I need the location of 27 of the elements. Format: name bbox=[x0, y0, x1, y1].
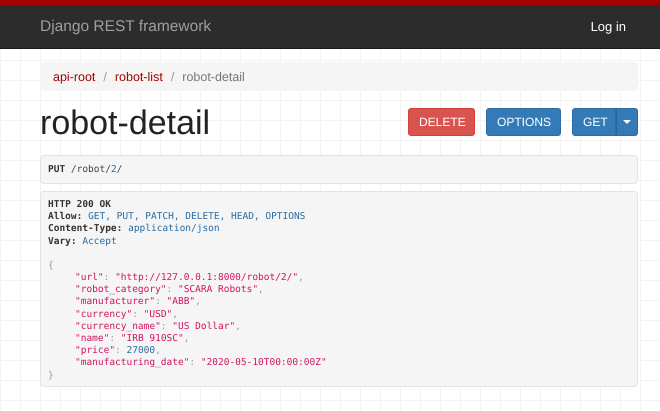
json-line: "currency": "USD", bbox=[74, 308, 179, 321]
status-line: HTTP 200 OK bbox=[48, 199, 112, 212]
json-line: "manufacturing_date": "2020-05-10T00:00:00Z" bbox=[74, 357, 328, 370]
json-brace: { bbox=[48, 260, 55, 272]
breadcrumb-link[interactable]: robot-list bbox=[114, 70, 163, 84]
response-header: Allow: GET, PUT, PATCH, DELETE, HEAD, OPTIONS bbox=[48, 211, 306, 224]
breadcrumb-separator: / bbox=[170, 70, 176, 84]
caret-icon bbox=[623, 120, 631, 124]
response-header: Vary: Accept bbox=[48, 236, 118, 248]
delete-button[interactable]: DELETE bbox=[408, 108, 475, 136]
get-button[interactable]: GET bbox=[572, 108, 616, 136]
login-link[interactable]: Log in bbox=[590, 19, 626, 34]
response-header: Content-Type: application/json bbox=[48, 223, 221, 236]
brand-title[interactable]: Django REST framework bbox=[40, 18, 212, 36]
breadcrumb-separator: / bbox=[102, 70, 108, 84]
breadcrumb-current: robot-detail bbox=[182, 70, 245, 84]
json-line: "url": "http://127.0.0.1:8000/robot/2/", bbox=[74, 272, 305, 284]
json-line: "manufacturer": "ABB", bbox=[74, 296, 202, 309]
json-line: "name": "IRB 910SC", bbox=[74, 333, 190, 346]
breadcrumb-link[interactable]: api-root bbox=[53, 70, 96, 84]
json-line: "currency_name": "US Dollar", bbox=[74, 320, 242, 334]
json-brace: } bbox=[48, 370, 55, 382]
json-line: "price": 27000, bbox=[74, 345, 162, 358]
page-title: robot-detail bbox=[40, 103, 210, 143]
dropdown-toggle[interactable] bbox=[616, 108, 638, 136]
options-button[interactable]: OPTIONS bbox=[486, 108, 561, 136]
json-line: "robot_category": "SCARA Robots", bbox=[74, 284, 265, 296]
